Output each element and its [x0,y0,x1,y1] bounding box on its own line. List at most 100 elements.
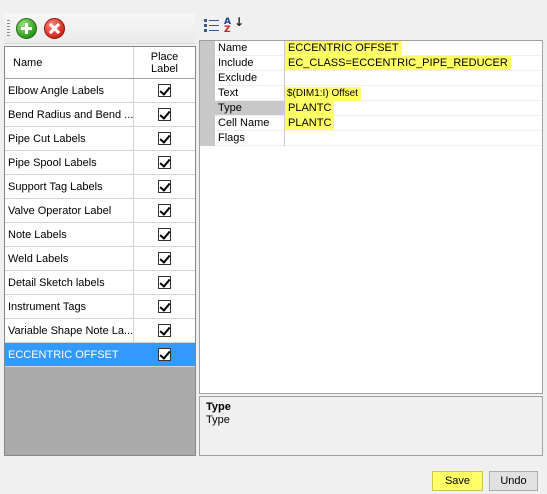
property-row[interactable]: Flags [200,131,542,146]
label-grid: Name Place Label Elbow Angle Labels Bend … [4,46,196,456]
label-name-cell[interactable]: Weld Labels [5,247,134,270]
column-header-place-line1: Place [150,50,179,63]
property-name[interactable]: Include [215,56,284,71]
undo-button[interactable]: Undo [489,471,538,491]
label-name-cell[interactable]: Elbow Angle Labels [5,79,134,102]
place-label-checkbox[interactable] [158,132,171,145]
property-row-margin [200,56,215,71]
label-row[interactable]: ECCENTRIC OFFSET [5,343,195,367]
property-name[interactable]: Flags [215,131,284,146]
place-label-cell [134,151,195,174]
property-value[interactable]: PLANTC [285,116,542,131]
delete-icon[interactable] [44,18,65,39]
label-name-cell[interactable]: Instrument Tags [5,295,134,318]
place-label-checkbox[interactable] [158,276,171,289]
label-row[interactable]: Instrument Tags [5,295,195,319]
place-label-cell [134,79,195,102]
property-value[interactable] [285,71,542,86]
property-row-margin [200,41,215,56]
place-label-cell [134,175,195,198]
label-row[interactable]: Valve Operator Label [5,199,195,223]
place-label-cell [134,319,195,342]
property-name[interactable]: Exclude [215,71,284,86]
place-label-cell [134,223,195,246]
label-row[interactable]: Weld Labels [5,247,195,271]
column-header-place-label[interactable]: Place Label [134,47,195,78]
label-name-cell[interactable]: Valve Operator Label [5,199,134,222]
place-label-checkbox[interactable] [158,252,171,265]
label-row[interactable]: Pipe Spool Labels [5,151,195,175]
property-row[interactable]: Type PLANTC [200,101,542,116]
property-grid-toolbar: A Z ↓ [200,13,543,39]
property-row[interactable]: Name ECCENTRIC OFFSET [200,41,542,56]
label-row[interactable]: Support Tag Labels [5,175,195,199]
label-name-cell[interactable]: Pipe Spool Labels [5,151,134,174]
label-name-cell[interactable]: ECCENTRIC OFFSET [5,343,134,366]
label-name-cell[interactable]: Note Labels [5,223,134,246]
label-name-cell[interactable]: Support Tag Labels [5,175,134,198]
property-row-margin [200,71,215,86]
property-value[interactable]: $(DIM1:I) Offset [285,86,542,101]
place-label-checkbox[interactable] [158,180,171,193]
property-name[interactable]: Cell Name [215,116,284,131]
place-label-cell [134,247,195,270]
place-label-cell [134,295,195,318]
place-label-cell [134,103,195,126]
label-row[interactable]: Elbow Angle Labels [5,79,195,103]
place-label-cell [134,199,195,222]
label-row[interactable]: Note Labels [5,223,195,247]
property-value-text: PLANTC [285,101,335,115]
column-header-place-line2: Label [151,62,178,75]
place-label-checkbox[interactable] [158,204,171,217]
property-value-text: $(DIM1:I) Offset [285,87,361,101]
property-help-pane: Type Type [199,396,543,456]
property-name[interactable]: Text [215,86,284,101]
categorized-icon[interactable] [203,17,221,35]
property-value-text: PLANTC [285,116,335,130]
place-label-checkbox[interactable] [158,324,171,337]
property-value[interactable]: ECCENTRIC OFFSET [285,41,542,56]
label-row[interactable]: Detail Sketch labels [5,271,195,295]
place-label-checkbox[interactable] [158,300,171,313]
property-row[interactable]: Text $(DIM1:I) Offset [200,86,542,101]
property-value[interactable] [285,131,542,146]
property-row[interactable]: Include EC_CLASS=ECCENTRIC_PIPE_REDUCER [200,56,542,71]
help-title: Type [206,401,231,413]
label-row[interactable]: Variable Shape Note La... [5,319,195,343]
place-label-checkbox[interactable] [158,156,171,169]
label-editor-window: Name Place Label Elbow Angle Labels Bend … [0,0,547,494]
label-name-cell[interactable]: Bend Radius and Bend ... [5,103,134,126]
place-label-checkbox[interactable] [158,348,171,361]
property-row-margin [200,86,215,101]
save-button[interactable]: Save [432,471,483,491]
property-row-margin [200,116,215,131]
add-icon[interactable] [16,18,37,39]
label-name-cell[interactable]: Pipe Cut Labels [5,127,134,150]
place-label-checkbox[interactable] [158,228,171,241]
property-value[interactable]: PLANTC [285,101,542,116]
property-row[interactable]: Exclude [200,71,542,86]
label-name-cell[interactable]: Detail Sketch labels [5,271,134,294]
property-row-margin [200,101,215,116]
property-value-text: ECCENTRIC OFFSET [285,41,402,55]
property-value[interactable]: EC_CLASS=ECCENTRIC_PIPE_REDUCER [285,56,542,71]
property-row[interactable]: Cell Name PLANTC [200,116,542,131]
place-label-cell [134,127,195,150]
property-grid: Name ECCENTRIC OFFSET Include EC_CLASS=ECCE… [199,40,543,394]
label-name-cell[interactable]: Variable Shape Note La... [5,319,134,342]
alphabetical-icon[interactable]: A Z ↓ [223,16,244,35]
toolbar-grip [7,20,10,37]
column-header-name[interactable]: Name [5,47,134,78]
label-list-toolbar [4,13,195,44]
help-description: Type [206,414,230,426]
place-label-cell [134,343,195,366]
place-label-cell [134,271,195,294]
place-label-checkbox[interactable] [158,84,171,97]
property-name[interactable]: Name [215,41,284,56]
place-label-checkbox[interactable] [158,108,171,121]
property-row-margin [200,131,215,146]
property-name[interactable]: Type [215,101,284,116]
label-row[interactable]: Bend Radius and Bend ... [5,103,195,127]
label-row[interactable]: Pipe Cut Labels [5,127,195,151]
label-grid-rows: Elbow Angle Labels Bend Radius and Bend .… [5,79,195,367]
